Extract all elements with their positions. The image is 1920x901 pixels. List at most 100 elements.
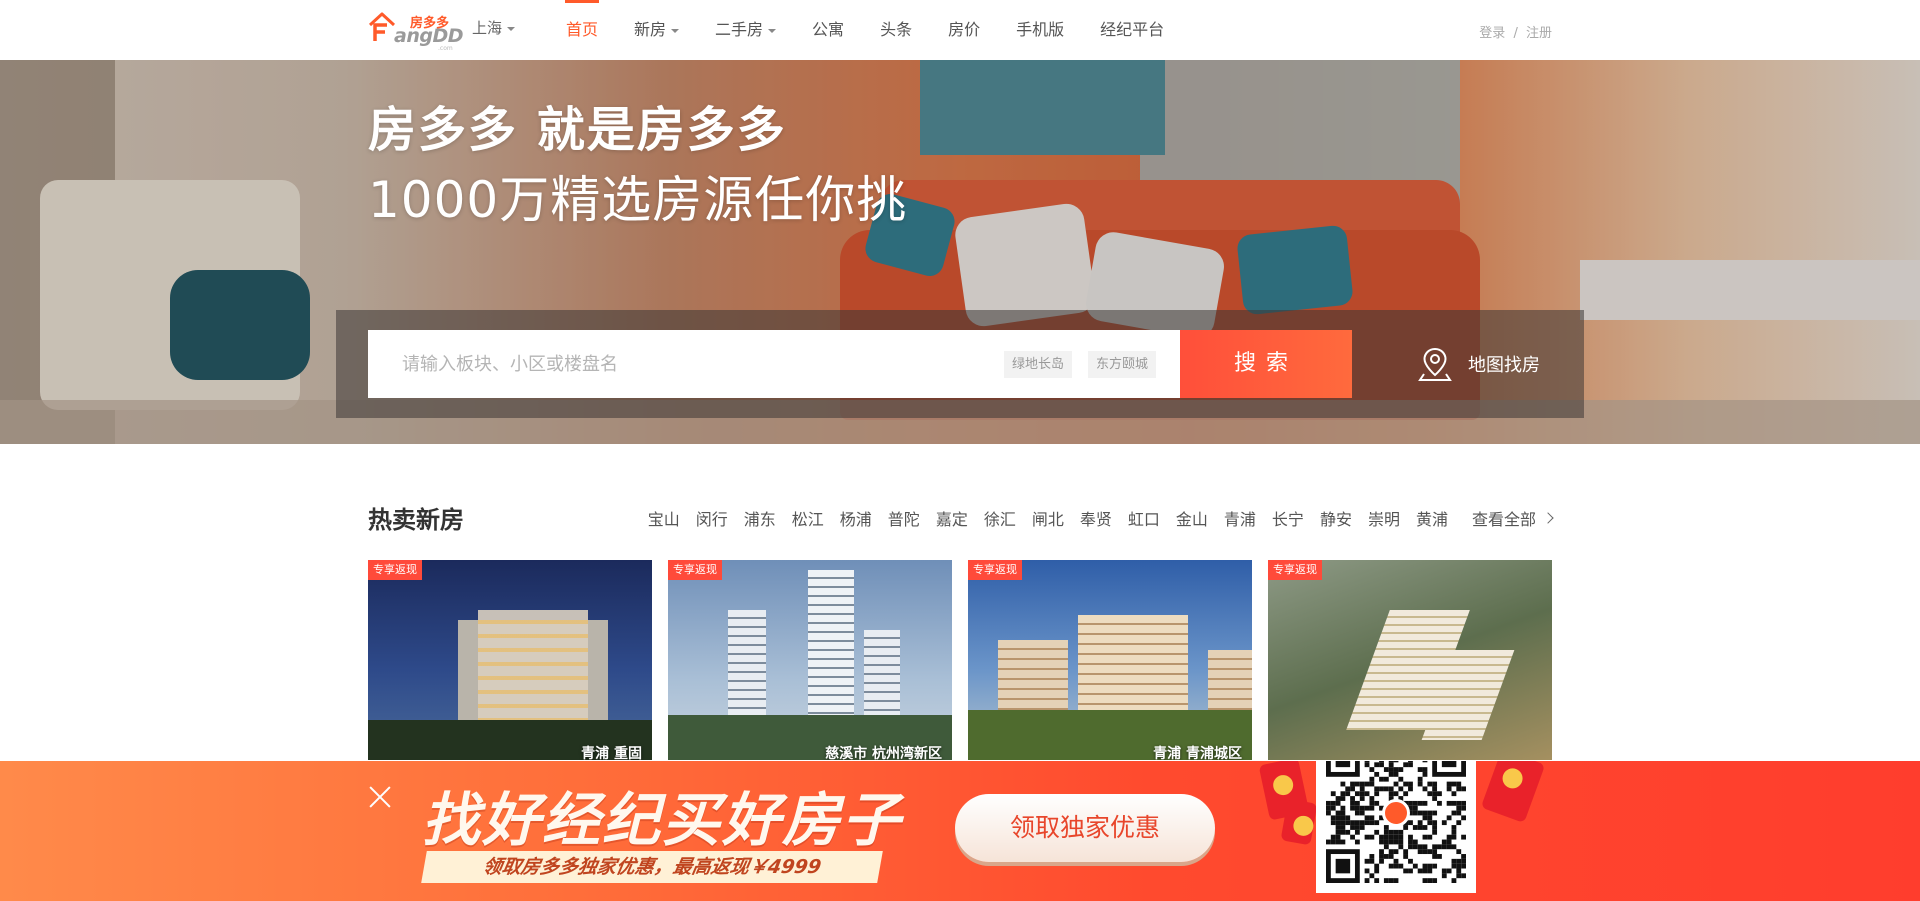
qr-module bbox=[1446, 834, 1452, 840]
qr-module bbox=[1374, 786, 1380, 792]
hot-search-tag[interactable]: 绿地长岛 bbox=[1004, 351, 1073, 378]
qr-module bbox=[1388, 786, 1394, 792]
city-selector[interactable]: 上海 bbox=[472, 17, 516, 38]
nav-item[interactable]: 头条 bbox=[862, 0, 930, 60]
house-card[interactable]: 专享返现 慈溪市 杭州湾新区 bbox=[668, 560, 952, 760]
qr-module bbox=[1379, 858, 1384, 864]
nav-item[interactable]: 经纪平台 bbox=[1082, 0, 1182, 60]
qr-logo-icon bbox=[1382, 799, 1410, 827]
hot-search-tag[interactable]: 东方颐城 bbox=[1088, 351, 1157, 378]
district-link[interactable]: 崇明 bbox=[1368, 506, 1400, 530]
qr-module bbox=[1330, 834, 1336, 840]
qr-module bbox=[1350, 786, 1355, 792]
qr-module bbox=[1408, 761, 1413, 763]
map-find-button[interactable]: 地图找房 bbox=[1418, 344, 1540, 384]
district-link[interactable]: 松江 bbox=[792, 506, 824, 530]
qr-module bbox=[1437, 791, 1442, 797]
qr-module bbox=[1417, 810, 1423, 816]
qr-module bbox=[1422, 878, 1428, 883]
nav-item[interactable]: 手机版 bbox=[998, 0, 1082, 60]
qr-module bbox=[1335, 829, 1341, 835]
district-link[interactable]: 浦东 bbox=[744, 506, 776, 530]
qr-module bbox=[1422, 800, 1428, 806]
qr-module bbox=[1379, 761, 1384, 763]
qr-module bbox=[1393, 781, 1399, 787]
qr-module bbox=[1393, 829, 1399, 835]
nav-item[interactable]: 房价 bbox=[930, 0, 998, 60]
close-icon[interactable] bbox=[366, 783, 394, 811]
qr-module bbox=[1456, 805, 1462, 811]
qr-module bbox=[1388, 829, 1394, 835]
qr-module bbox=[1403, 849, 1409, 855]
qr-module bbox=[1398, 767, 1404, 772]
qr-module bbox=[1461, 834, 1466, 840]
search-button[interactable]: 搜索 bbox=[1180, 330, 1352, 398]
qr-module bbox=[1461, 873, 1466, 879]
qr-module bbox=[1393, 878, 1399, 883]
district-link[interactable]: 长宁 bbox=[1272, 506, 1304, 530]
claim-offer-button[interactable]: 领取独家优惠 bbox=[955, 794, 1215, 862]
district-link[interactable]: 金山 bbox=[1176, 506, 1208, 530]
district-link[interactable]: 闵行 bbox=[696, 506, 728, 530]
qr-module bbox=[1354, 800, 1360, 806]
district-link[interactable]: 静安 bbox=[1320, 506, 1352, 530]
qr-module bbox=[1335, 800, 1341, 806]
qr-module bbox=[1456, 858, 1462, 864]
nav-item[interactable]: 二手房 bbox=[697, 0, 794, 60]
auth-links: 登录 / 注册 bbox=[1479, 22, 1552, 41]
qr-module bbox=[1422, 786, 1428, 792]
qr-module bbox=[1388, 878, 1394, 883]
qr-module bbox=[1340, 815, 1346, 821]
qr-module bbox=[1359, 820, 1365, 826]
district-link[interactable]: 杨浦 bbox=[840, 506, 872, 530]
qr-module bbox=[1398, 863, 1404, 869]
qr-module bbox=[1432, 854, 1438, 859]
qr-module bbox=[1335, 761, 1351, 768]
qr-module bbox=[1335, 810, 1341, 816]
qr-module bbox=[1422, 767, 1428, 772]
search-input[interactable] bbox=[402, 330, 962, 398]
qr-module bbox=[1345, 815, 1351, 821]
qr-module bbox=[1451, 878, 1457, 883]
district-link[interactable]: 普陀 bbox=[888, 506, 920, 530]
district-link[interactable]: 嘉定 bbox=[936, 506, 968, 530]
district-link[interactable]: 宝山 bbox=[648, 506, 680, 530]
qr-module bbox=[1340, 810, 1346, 816]
district-link[interactable]: 闸北 bbox=[1032, 506, 1064, 530]
qr-module bbox=[1369, 781, 1375, 787]
house-card[interactable]: 专享返现 青浦 青浦城区 bbox=[968, 560, 1252, 760]
qr-module bbox=[1340, 829, 1346, 835]
qr-module bbox=[1451, 791, 1457, 797]
qr-module bbox=[1335, 815, 1341, 821]
qr-module bbox=[1422, 834, 1428, 840]
register-link[interactable]: 注册 bbox=[1526, 26, 1552, 41]
nav-item-label: 头条 bbox=[880, 20, 913, 39]
district-link[interactable]: 奉贤 bbox=[1080, 506, 1112, 530]
qr-module bbox=[1335, 858, 1351, 874]
view-all-link[interactable]: 查看全部 bbox=[1472, 506, 1554, 530]
site-logo[interactable]: 房多多 angDD .com bbox=[368, 11, 464, 52]
qr-module bbox=[1451, 810, 1457, 816]
house-card[interactable]: 专享返现 bbox=[1268, 560, 1552, 760]
qr-module bbox=[1461, 815, 1466, 821]
login-link[interactable]: 登录 bbox=[1479, 26, 1505, 41]
qr-module bbox=[1383, 776, 1389, 782]
qr-module bbox=[1451, 829, 1457, 835]
qr-module bbox=[1437, 844, 1442, 850]
nav-item[interactable]: 新房 bbox=[616, 0, 697, 60]
district-link[interactable]: 虹口 bbox=[1128, 506, 1160, 530]
qr-module bbox=[1354, 791, 1360, 797]
qr-module bbox=[1369, 805, 1375, 811]
district-link[interactable]: 黄浦 bbox=[1416, 506, 1448, 530]
nav-item[interactable]: 首页 bbox=[548, 0, 616, 60]
qr-module bbox=[1412, 800, 1418, 806]
district-link[interactable]: 青浦 bbox=[1224, 506, 1256, 530]
qr-module bbox=[1461, 854, 1466, 859]
district-link[interactable]: 徐汇 bbox=[984, 506, 1016, 530]
logo-house-icon bbox=[368, 12, 396, 41]
house-card[interactable]: 专享返现 青浦 重固 bbox=[368, 560, 652, 760]
qr-module bbox=[1345, 820, 1351, 826]
cashback-badge: 专享返现 bbox=[1268, 560, 1322, 580]
nav-item[interactable]: 公寓 bbox=[794, 0, 862, 60]
qr-module bbox=[1374, 771, 1380, 777]
